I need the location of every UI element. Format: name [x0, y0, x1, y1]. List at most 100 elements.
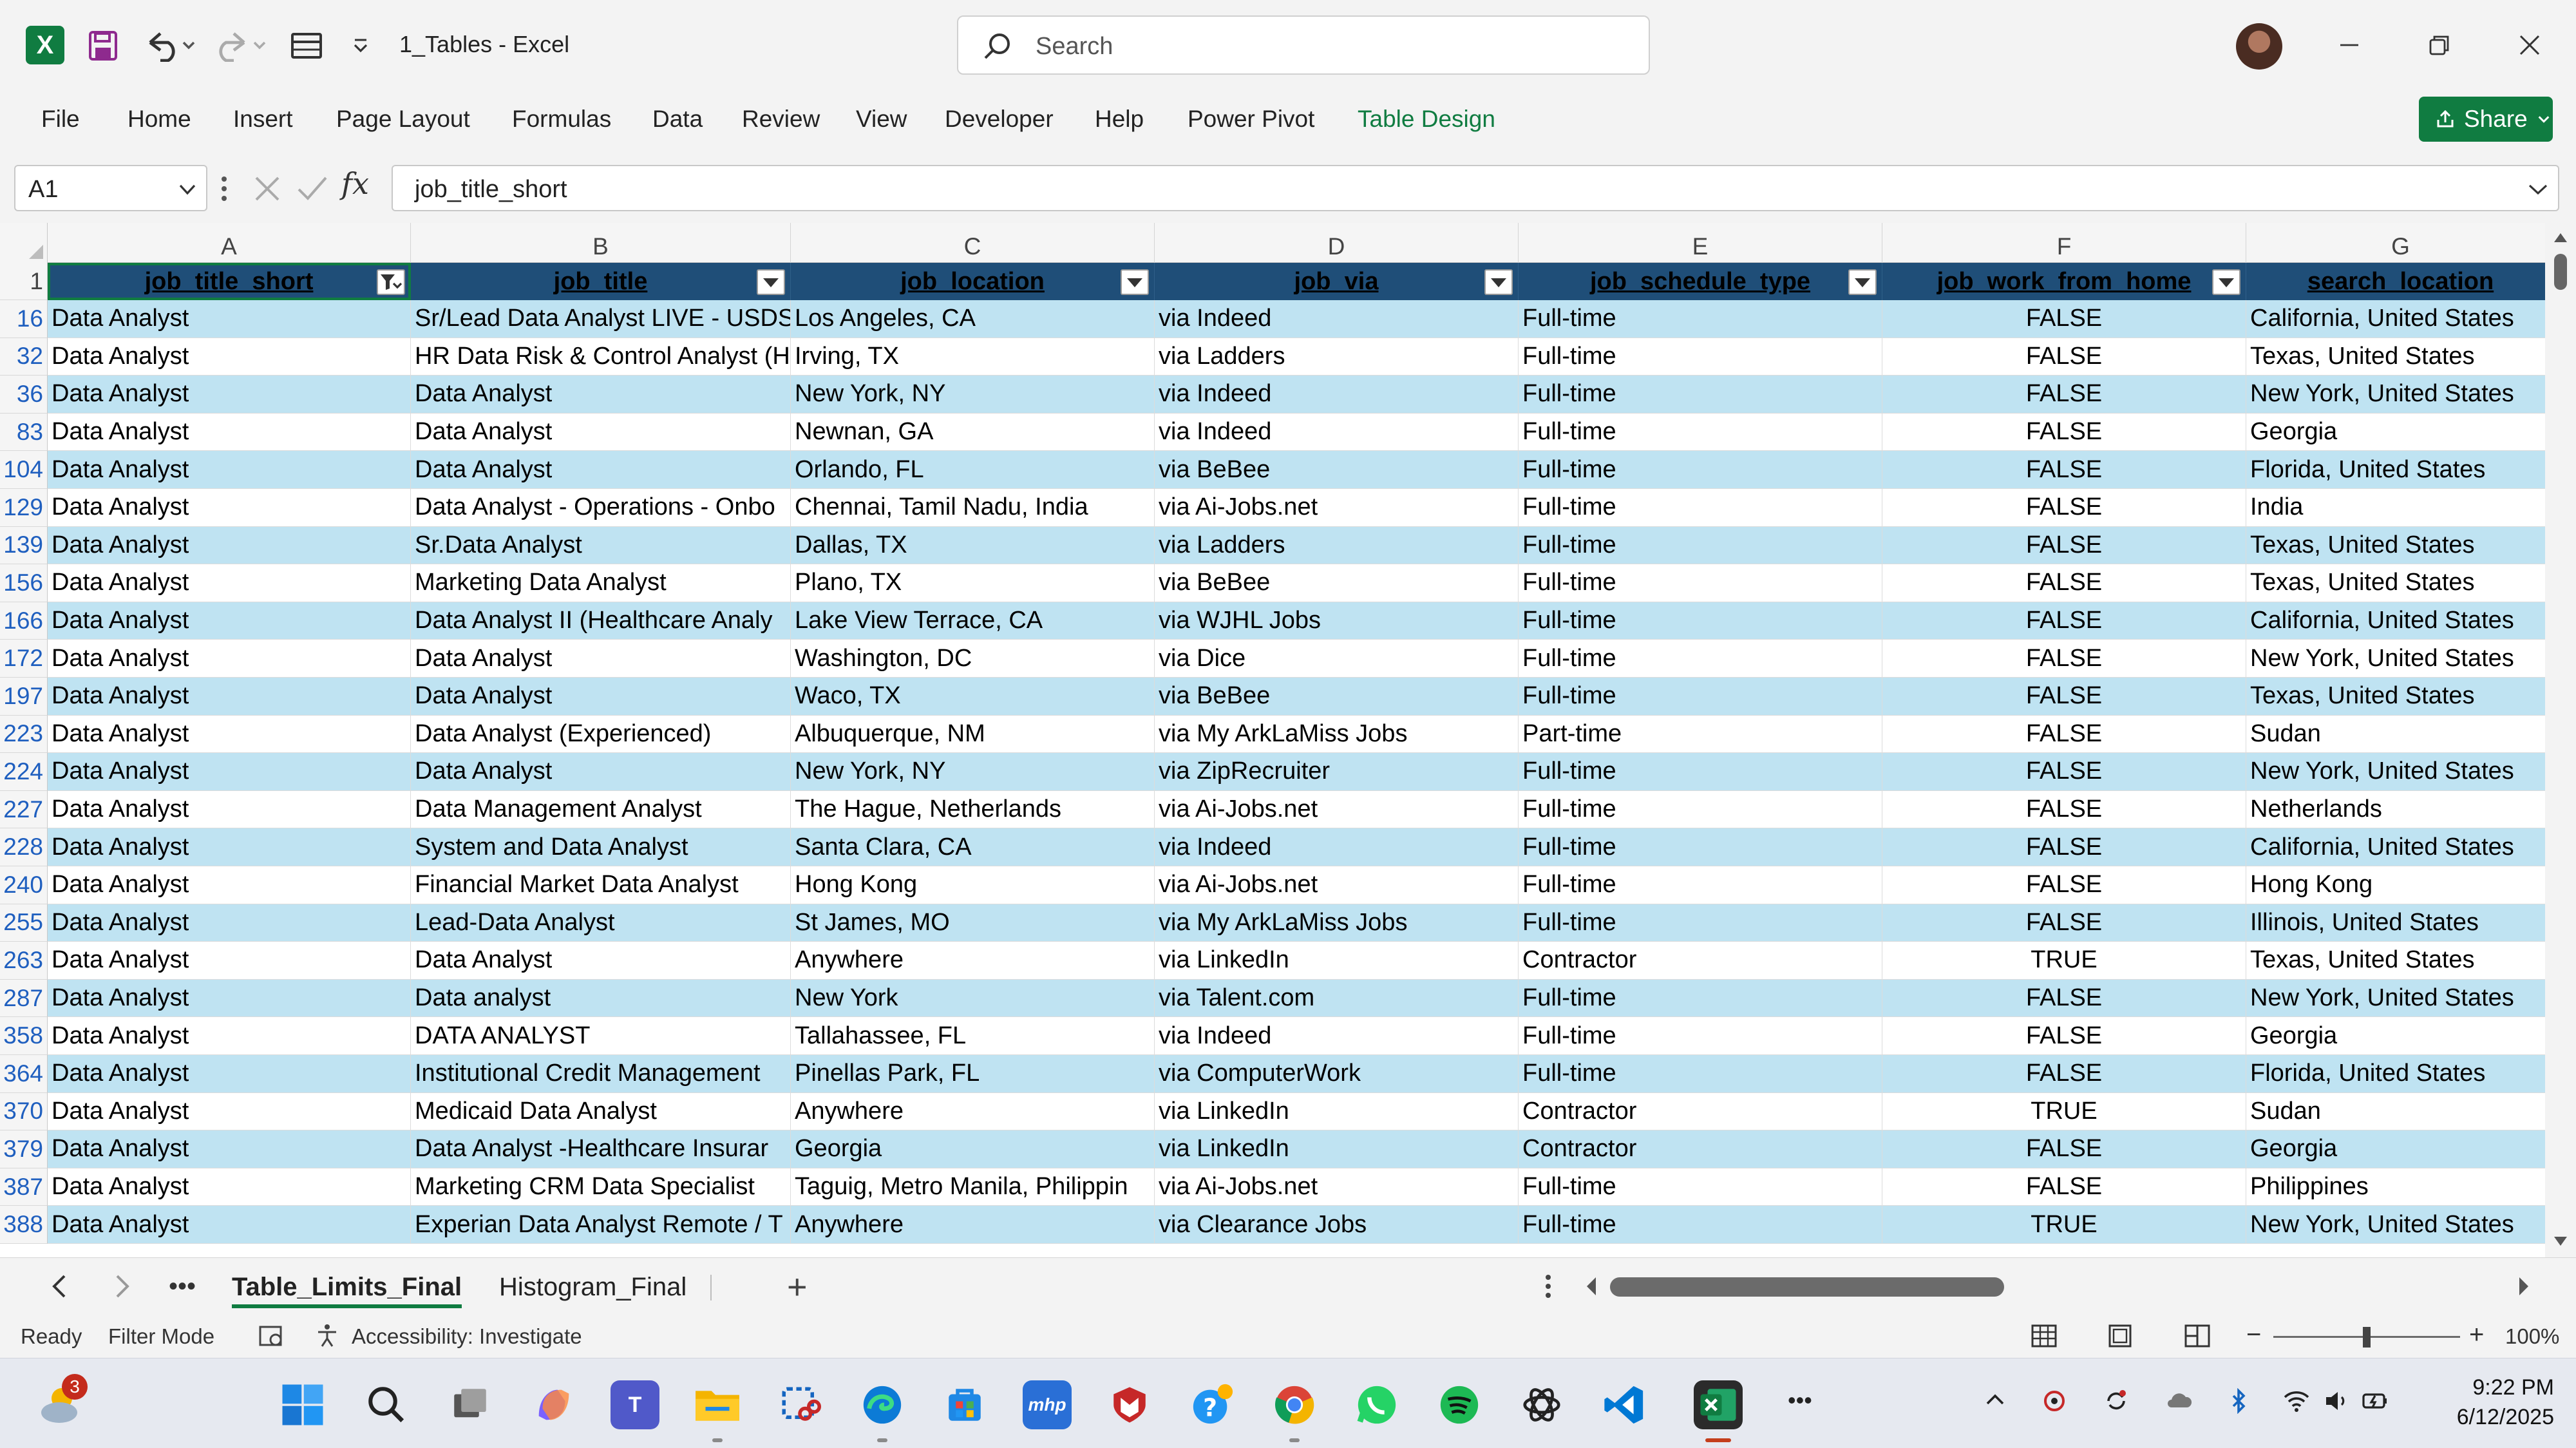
table-cell[interactable]: Pinellas Park, FL	[791, 1055, 1155, 1093]
table-cell[interactable]: California, United States	[2246, 602, 2545, 640]
table-cell[interactable]: Washington, DC	[791, 640, 1155, 678]
table-cell[interactable]: via Indeed	[1155, 828, 1519, 866]
help-button[interactable]: ?	[1188, 1380, 1236, 1429]
table-cell[interactable]: Lake View Terrace, CA	[791, 602, 1155, 640]
table-cell[interactable]: Data Analyst	[411, 753, 791, 791]
filter-dropdown-icon[interactable]	[2212, 269, 2240, 295]
excel-taskbar-button[interactable]	[1694, 1380, 1743, 1442]
name-box[interactable]: A1	[14, 165, 207, 211]
table-cell[interactable]: Irving, TX	[791, 338, 1155, 376]
table-header-cell[interactable]: job_title_short	[48, 263, 411, 300]
redo-button[interactable]	[213, 24, 270, 67]
horizontal-scroll-thumb[interactable]	[1610, 1277, 2004, 1297]
zoom-level[interactable]: 100%	[2505, 1324, 2559, 1349]
table-cell[interactable]: FALSE	[1882, 979, 2246, 1018]
onedrive-tray-icon[interactable]	[2165, 1388, 2193, 1414]
row-number[interactable]: 387	[0, 1168, 48, 1206]
table-cell[interactable]: Illinois, United States	[2246, 904, 2545, 942]
more-vertical-icon[interactable]	[219, 173, 229, 205]
row-number[interactable]: 197	[0, 678, 48, 716]
table-cell[interactable]: FALSE	[1882, 564, 2246, 602]
table-header-cell[interactable]: job_schedule_type	[1519, 263, 1882, 300]
horizontal-scrollbar[interactable]	[1610, 1277, 2512, 1297]
table-cell[interactable]: Full-time	[1519, 640, 1882, 678]
customize-toolbar-button[interactable]	[345, 24, 377, 67]
minimize-button[interactable]	[2320, 19, 2378, 71]
table-cell[interactable]: FALSE	[1882, 1055, 2246, 1093]
table-cell[interactable]: Data Analyst	[48, 1017, 411, 1055]
tab-page-layout[interactable]: Page Layout	[336, 106, 470, 133]
table-cell[interactable]: Data Analyst	[48, 526, 411, 565]
filter-dropdown-icon[interactable]	[1121, 269, 1149, 295]
table-cell[interactable]: Experian Data Analyst Remote / T	[411, 1206, 791, 1244]
table-cell[interactable]: Contractor	[1519, 1092, 1882, 1131]
table-cell[interactable]: FALSE	[1882, 1130, 2246, 1168]
file-explorer-button[interactable]	[693, 1380, 742, 1442]
table-cell[interactable]: Data Analyst	[411, 942, 791, 980]
table-cell[interactable]: Data Analyst	[48, 904, 411, 942]
column-header-a[interactable]: A	[48, 223, 411, 263]
table-cell[interactable]: FALSE	[1882, 526, 2246, 565]
table-cell[interactable]: Data Analyst	[48, 489, 411, 527]
table-cell[interactable]: Data Analyst	[48, 1092, 411, 1131]
zoom-slider-thumb[interactable]	[2363, 1327, 2371, 1348]
task-view-button[interactable]	[446, 1380, 495, 1429]
row-number[interactable]: 255	[0, 904, 48, 942]
row-number[interactable]: 224	[0, 753, 48, 791]
row-number[interactable]: 166	[0, 602, 48, 640]
chrome-button[interactable]	[1270, 1380, 1319, 1442]
table-cell[interactable]: via Ai-Jobs.net	[1155, 1168, 1519, 1206]
table-cell[interactable]: New York, United States	[2246, 640, 2545, 678]
row-number[interactable]: 364	[0, 1055, 48, 1093]
macro-record-icon[interactable]	[258, 1323, 286, 1349]
table-cell[interactable]: via Talent.com	[1155, 979, 1519, 1018]
table-cell[interactable]: Full-time	[1519, 489, 1882, 527]
row-number[interactable]: 172	[0, 640, 48, 678]
sheet-tab-table-limits-final[interactable]: Table_Limits_Final	[232, 1264, 462, 1310]
status-accessibility[interactable]: Accessibility: Investigate	[352, 1324, 582, 1349]
table-cell[interactable]: via LinkedIn	[1155, 1092, 1519, 1131]
tab-developer[interactable]: Developer	[945, 106, 1054, 133]
table-cell[interactable]: FALSE	[1882, 489, 2246, 527]
table-cell[interactable]: Full-time	[1519, 979, 1882, 1018]
table-cell[interactable]: FALSE	[1882, 451, 2246, 489]
table-cell[interactable]: Part-time	[1519, 715, 1882, 754]
table-cell[interactable]: Contractor	[1519, 942, 1882, 980]
normal-view-icon[interactable]	[2030, 1323, 2058, 1349]
zoom-in-button[interactable]: +	[2469, 1320, 2484, 1349]
insert-function-button[interactable]: fx	[341, 166, 369, 201]
row-number[interactable]: 16	[0, 300, 48, 338]
table-cell[interactable]: Data Analyst	[48, 564, 411, 602]
scroll-left-icon[interactable]	[1584, 1275, 1598, 1298]
table-cell[interactable]: New York, United States	[2246, 376, 2545, 414]
table-cell[interactable]: Data Analyst	[48, 1130, 411, 1168]
close-button[interactable]	[2501, 19, 2559, 71]
zoom-slider[interactable]	[2273, 1327, 2460, 1348]
taskbar-time[interactable]: 9:22 PM	[2467, 1375, 2554, 1400]
tab-help[interactable]: Help	[1095, 106, 1144, 133]
table-cell[interactable]: FALSE	[1882, 376, 2246, 414]
save-button[interactable]	[85, 24, 121, 67]
table-cell[interactable]: Santa Clara, CA	[791, 828, 1155, 866]
table-cell[interactable]: Data Analyst -Healthcare Insurar	[411, 1130, 791, 1168]
more-sheets-button[interactable]: •••	[169, 1272, 196, 1301]
snipping-tool-button[interactable]	[775, 1380, 824, 1429]
table-cell[interactable]: Full-time	[1519, 602, 1882, 640]
table-cell[interactable]: HR Data Risk & Control Analyst (H	[411, 338, 791, 376]
mhp-app-button[interactable]: mhp	[1023, 1380, 1072, 1429]
spotify-button[interactable]	[1435, 1380, 1484, 1429]
table-cell[interactable]: TRUE	[1882, 942, 2246, 980]
table-cell[interactable]: Orlando, FL	[791, 451, 1155, 489]
tab-view[interactable]: View	[856, 106, 907, 133]
vscode-button[interactable]	[1600, 1380, 1649, 1429]
table-cell[interactable]: FALSE	[1882, 413, 2246, 452]
scroll-up-icon[interactable]	[2553, 231, 2568, 243]
table-cell[interactable]: Data Analyst	[48, 300, 411, 338]
row-number[interactable]: 227	[0, 790, 48, 829]
table-header-cell[interactable]: job_via	[1155, 263, 1519, 300]
table-cell[interactable]: Tallahassee, FL	[791, 1017, 1155, 1055]
table-cell[interactable]: Marketing Data Analyst	[411, 564, 791, 602]
tab-power-pivot[interactable]: Power Pivot	[1188, 106, 1314, 133]
table-cell[interactable]: Data Analyst	[48, 678, 411, 716]
table-cell[interactable]: California, United States	[2246, 828, 2545, 866]
